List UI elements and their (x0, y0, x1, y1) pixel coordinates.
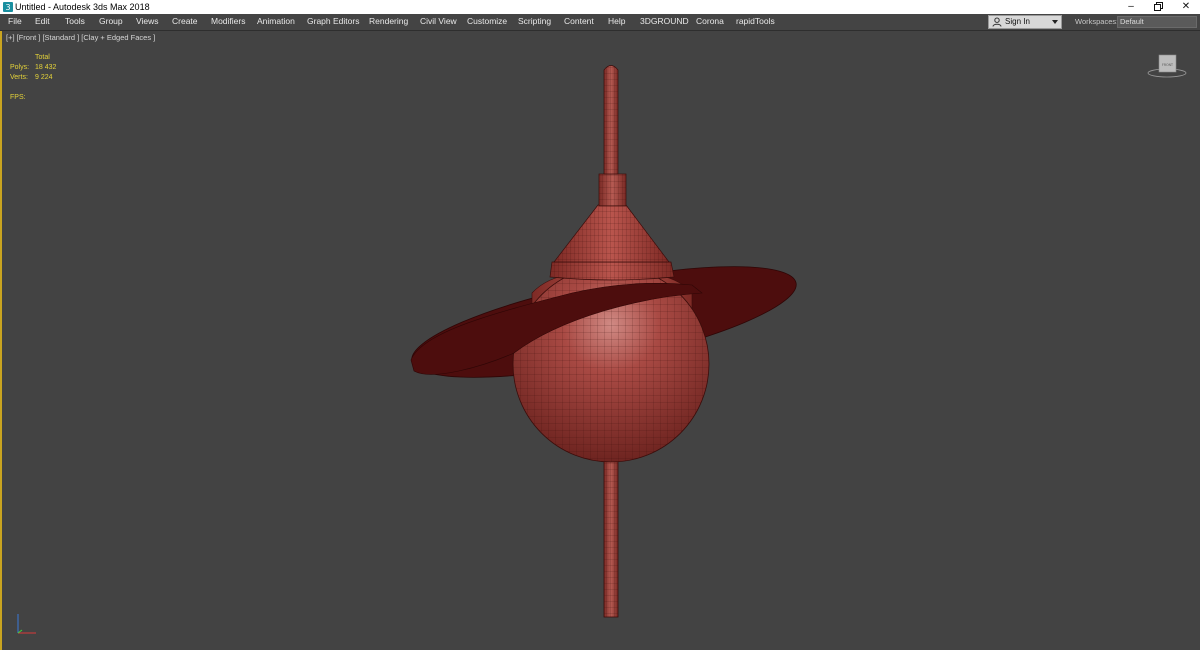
sign-in-label: Sign In (1005, 17, 1030, 26)
verts-value: 9 224 (35, 74, 53, 81)
menu-modifiers[interactable]: Modifiers (211, 14, 245, 30)
menu-graph-editors[interactable]: Graph Editors (307, 14, 359, 30)
menu-bar: File Edit Tools Group Views Create Modif… (0, 14, 1200, 31)
workspaces-label: Workspaces: (1075, 17, 1119, 26)
svg-text:3: 3 (5, 3, 10, 12)
polys-label: Polys: (10, 64, 30, 71)
viewcube-face-label: FRONT (1162, 63, 1173, 67)
chevron-down-icon (1052, 20, 1058, 24)
user-icon (992, 17, 1002, 27)
restore-icon[interactable] (1146, 0, 1170, 14)
menu-civil-view[interactable]: Civil View (420, 14, 457, 30)
neck-ring (598, 173, 627, 207)
menu-edit[interactable]: Edit (35, 14, 50, 30)
title-bar: 3 Untitled - Autodesk 3ds Max 2018 – ✕ (0, 0, 1200, 14)
menu-corona[interactable]: Corona (696, 14, 724, 30)
verts-label: Verts: (10, 74, 28, 81)
scene-render (410, 65, 797, 618)
axis-tripod-icon (17, 614, 36, 634)
viewcube-icon[interactable]: FRONT (1147, 53, 1187, 79)
minimize-icon[interactable]: – (1119, 0, 1143, 14)
stats-header: Total (35, 54, 50, 61)
menu-scripting[interactable]: Scripting (518, 14, 551, 30)
front-viewport[interactable]: [+] [Front ] [Standard ] [Clay + Edged F… (0, 31, 1200, 650)
bottom-rod (603, 455, 619, 618)
menu-content[interactable]: Content (564, 14, 594, 30)
menu-help[interactable]: Help (608, 14, 625, 30)
menu-file[interactable]: File (8, 14, 22, 30)
cone (553, 204, 670, 263)
menu-rendering[interactable]: Rendering (369, 14, 408, 30)
collar-band (549, 261, 675, 281)
sign-in-dropdown[interactable]: Sign In (988, 15, 1062, 29)
top-rod (603, 65, 619, 175)
menu-customize[interactable]: Customize (467, 14, 507, 30)
window-title: Untitled - Autodesk 3ds Max 2018 (15, 2, 150, 12)
menu-group[interactable]: Group (99, 14, 123, 30)
menu-animation[interactable]: Animation (257, 14, 295, 30)
menu-tools[interactable]: Tools (65, 14, 85, 30)
workspaces-select[interactable]: Default (1117, 16, 1197, 28)
3ds-max-app-icon[interactable]: 3 (3, 2, 13, 12)
menu-views[interactable]: Views (136, 14, 159, 30)
fps-label: FPS: (10, 94, 26, 101)
menu-rapidtools[interactable]: rapidTools (736, 14, 775, 30)
close-icon[interactable]: ✕ (1174, 0, 1198, 14)
polys-value: 18 432 (35, 64, 57, 71)
menu-3dground[interactable]: 3DGROUND (640, 14, 689, 30)
menu-create[interactable]: Create (172, 14, 198, 30)
viewport-label[interactable]: [+] [Front ] [Standard ] [Clay + Edged F… (6, 33, 155, 42)
